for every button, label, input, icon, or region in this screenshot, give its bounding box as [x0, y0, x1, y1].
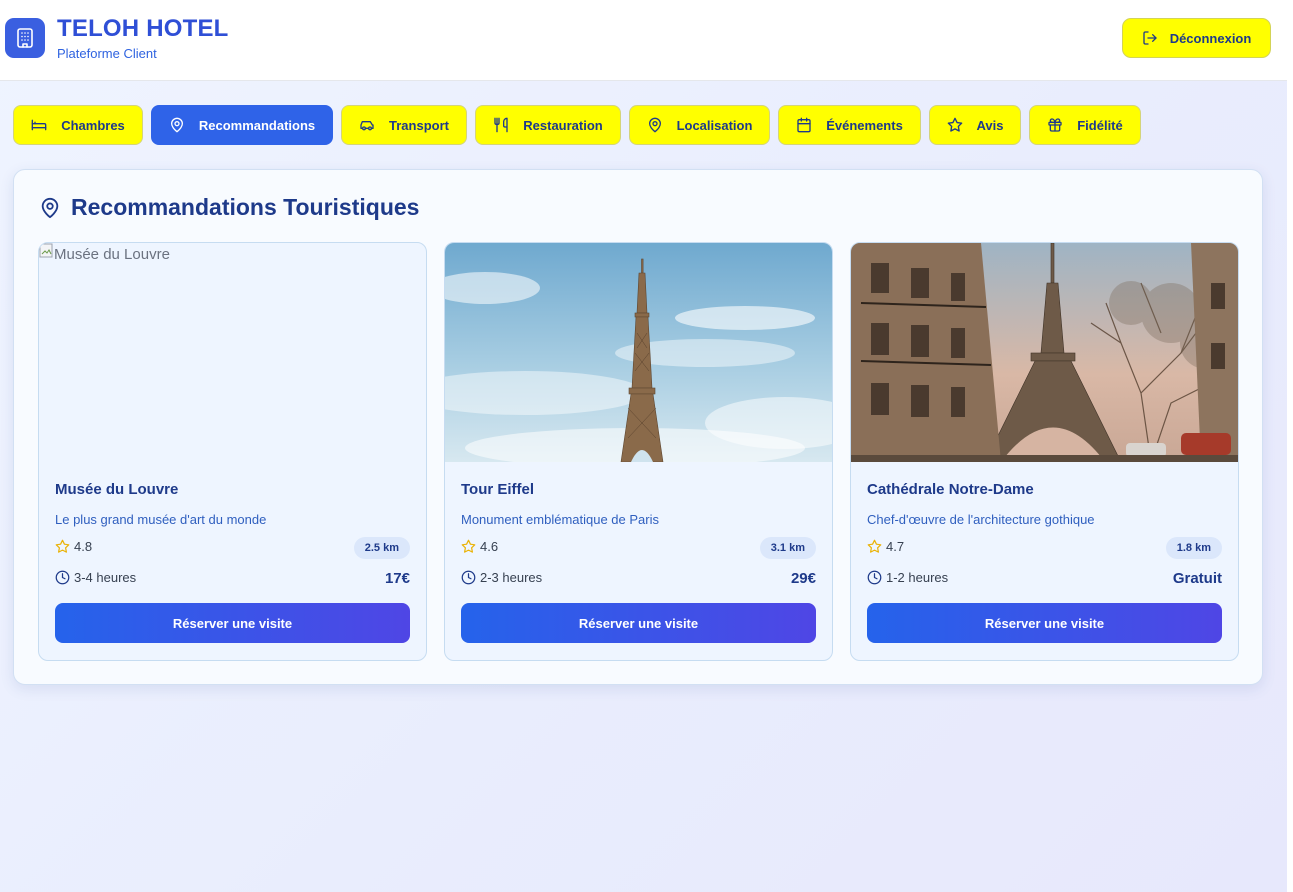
attraction-image	[445, 243, 832, 462]
gift-icon	[1048, 118, 1062, 132]
tab-transport[interactable]: Transport	[341, 105, 467, 145]
broken-image: Musée du Louvre	[39, 243, 170, 263]
tab-label: Chambres	[61, 117, 125, 133]
tab-label: Fidélité	[1077, 117, 1123, 133]
car-icon	[360, 121, 374, 131]
app-title: TELOH HOTEL	[57, 15, 229, 42]
attraction-image	[851, 243, 1238, 462]
duration: 1-2 heures	[867, 570, 948, 585]
star-icon	[867, 539, 882, 553]
attraction-name: Tour Eiffel	[461, 481, 535, 498]
rating: 4.6	[461, 539, 498, 554]
tab-restauration[interactable]: Restauration	[475, 105, 621, 145]
logout-label: Déconnexion	[1169, 30, 1252, 46]
tab-label: Restauration	[523, 117, 603, 133]
distance-badge: 2.5 km	[353, 537, 410, 559]
tab-bar: Chambres Recommandations Transport Resta…	[13, 105, 1141, 145]
rating: 4.7	[867, 539, 904, 554]
tab-label: Événements	[826, 117, 903, 133]
broken-image-icon	[39, 243, 53, 258]
attraction-name: Musée du Louvre	[55, 481, 179, 498]
section-header: Recommandations Touristiques	[39, 194, 419, 221]
book-visit-button[interactable]: Réserver une visite	[461, 603, 816, 643]
star-icon	[461, 539, 476, 553]
eiffel-tower-photo	[445, 243, 832, 462]
logout-icon	[1143, 31, 1157, 45]
tab-recommandations[interactable]: Recommandations	[151, 105, 333, 145]
tab-label: Transport	[389, 117, 449, 133]
rating-value: 4.7	[886, 539, 905, 554]
tab-evenements[interactable]: Événements	[778, 105, 921, 145]
tab-label: Avis	[976, 117, 1004, 133]
attraction-card: Tour Eiffel Monument emblématique de Par…	[444, 242, 833, 661]
book-visit-button[interactable]: Réserver une visite	[867, 603, 1222, 643]
rating-value: 4.6	[480, 539, 499, 554]
tab-label: Recommandations	[198, 117, 316, 133]
hotel-building-icon	[5, 18, 45, 58]
calendar-icon	[797, 117, 811, 133]
image-alt-text: Musée du Louvre	[54, 246, 170, 263]
notre-dame-street-photo	[851, 243, 1238, 462]
attraction-description: Monument emblématique de Paris	[461, 512, 659, 527]
tab-avis[interactable]: Avis	[929, 105, 1021, 145]
clock-icon	[55, 570, 70, 585]
bed-icon	[31, 119, 47, 131]
recommendations-panel: Recommandations Touristiques Musée du Lo…	[13, 169, 1263, 685]
book-visit-button[interactable]: Réserver une visite	[55, 603, 410, 643]
distance-badge: 1.8 km	[1165, 537, 1222, 559]
attraction-card: Musée du Louvre Musée du Louvre Le plus …	[38, 242, 427, 661]
attraction-name: Cathédrale Notre-Dame	[867, 481, 1034, 498]
duration: 2-3 heures	[461, 570, 542, 585]
clock-icon	[867, 570, 882, 585]
distance-badge: 3.1 km	[759, 537, 816, 559]
tab-chambres[interactable]: Chambres	[13, 105, 143, 145]
app-subtitle: Plateforme Client	[57, 46, 157, 61]
rating: 4.8	[55, 539, 92, 554]
tab-fidelite[interactable]: Fidélité	[1029, 105, 1141, 145]
rating-value: 4.8	[74, 539, 93, 554]
star-icon	[55, 539, 70, 553]
map-pin-icon	[170, 117, 183, 133]
tab-localisation[interactable]: Localisation	[629, 105, 770, 145]
duration-value: 3-4 heures	[74, 570, 137, 585]
attraction-description: Chef-d'œuvre de l'architecture gothique	[867, 512, 1095, 527]
price: 17€	[384, 570, 410, 587]
price: Gratuit	[1172, 570, 1222, 587]
attraction-card: Cathédrale Notre-Dame Chef-d'œuvre de l'…	[850, 242, 1239, 661]
section-title: Recommandations Touristiques	[71, 194, 420, 220]
app-header: TELOH HOTEL Plateforme Client Déconnexio…	[0, 0, 1287, 81]
clock-icon	[461, 570, 476, 585]
attraction-description: Le plus grand musée d'art du monde	[55, 512, 267, 527]
utensils-icon	[494, 117, 508, 133]
star-icon	[947, 117, 962, 132]
logout-button[interactable]: Déconnexion	[1122, 18, 1271, 58]
tab-label: Localisation	[676, 117, 753, 133]
map-pin-icon	[648, 117, 661, 133]
price: 29€	[790, 570, 816, 587]
duration-value: 2-3 heures	[480, 570, 543, 585]
duration-value: 1-2 heures	[886, 570, 949, 585]
attraction-image: Musée du Louvre	[39, 243, 426, 462]
right-edge-strip	[1287, 0, 1293, 892]
duration: 3-4 heures	[55, 570, 136, 585]
map-pin-icon	[41, 197, 59, 218]
